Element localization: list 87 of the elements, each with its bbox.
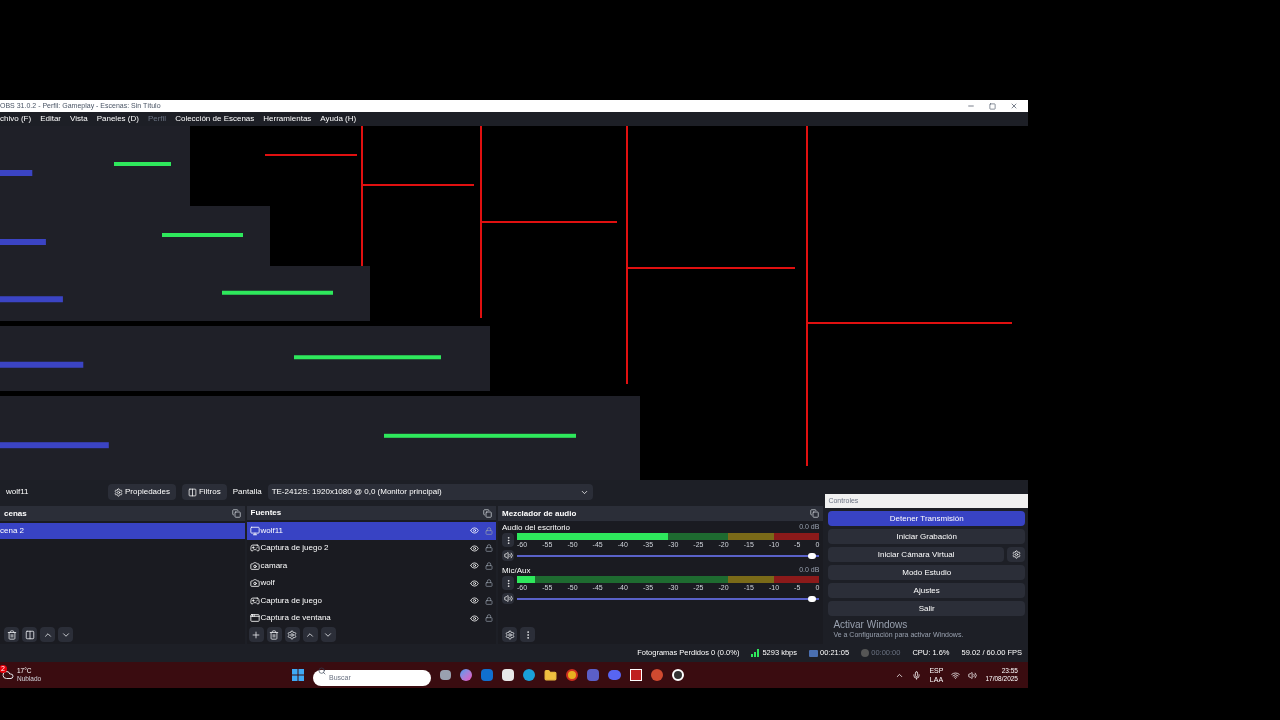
delete-icon[interactable] [4, 627, 19, 642]
menu-item[interactable]: Herramientas [263, 113, 312, 125]
settings-icon[interactable] [502, 627, 518, 642]
lock-icon[interactable] [485, 544, 494, 553]
panel-title: Fuentes [250, 507, 282, 519]
signal-bars-icon [751, 649, 761, 657]
gamepad-icon [249, 595, 260, 606]
control-button[interactable]: Iniciar Cámara Virtual [828, 547, 1004, 562]
close-icon[interactable] [1010, 102, 1018, 110]
menu-item[interactable]: Paneles (D) [96, 113, 139, 125]
more-icon[interactable] [502, 576, 515, 590]
gear-icon [1011, 550, 1021, 559]
undock-icon[interactable] [810, 509, 820, 518]
undock-icon[interactable] [231, 509, 241, 518]
filters-button[interactable]: Filtros [181, 484, 227, 500]
volume-slider[interactable] [517, 552, 820, 559]
properties-button[interactable]: Propiedades [108, 484, 176, 500]
monitor-icon [249, 525, 260, 536]
source-item[interactable]: Captura de ventana [246, 609, 497, 627]
visibility-icon[interactable] [470, 596, 480, 606]
control-button[interactable]: Ajustes [828, 583, 1025, 598]
move-down-icon[interactable] [320, 627, 336, 642]
source-item[interactable]: Captura de juego 2 [246, 539, 497, 557]
menu-item[interactable]: Ayuda (H) [320, 113, 357, 125]
scene-item[interactable]: cena 2 [0, 523, 245, 539]
app-icon[interactable] [630, 669, 642, 681]
channel-name: Mic/Aux [502, 564, 531, 577]
folder-icon[interactable] [544, 668, 557, 682]
source-item[interactable]: wolf [246, 574, 497, 592]
source-item[interactable]: camara [246, 557, 497, 575]
menu-item[interactable]: chivo (F) [0, 113, 32, 125]
volume-slider[interactable] [517, 595, 820, 602]
gamepad-icon [249, 543, 260, 554]
channel-name: Audio del escritorio [502, 521, 571, 534]
maximize-icon[interactable] [989, 102, 996, 110]
slider-thumb[interactable] [808, 595, 817, 602]
selected-source-label: wolf11 [6, 486, 30, 498]
source-item[interactable]: Captura de juego [246, 592, 497, 610]
panel-title: Mezclador de audio [502, 507, 577, 520]
move-up-icon[interactable] [40, 627, 55, 642]
volume-icon[interactable] [502, 550, 515, 561]
more-icon[interactable] [502, 533, 515, 547]
panel-title: cenas [4, 507, 27, 520]
window-icon [249, 613, 260, 624]
settings-button[interactable] [1007, 547, 1025, 562]
menu-item[interactable]: Editar [40, 113, 62, 125]
stream-icon [809, 649, 818, 657]
visibility-icon[interactable] [470, 526, 480, 536]
start-icon[interactable] [292, 669, 304, 681]
control-button[interactable]: Salir [828, 601, 1025, 616]
undock-icon[interactable] [483, 508, 493, 518]
visibility-icon[interactable] [470, 561, 480, 571]
lock-icon[interactable] [485, 614, 494, 623]
volume-icon[interactable] [968, 670, 978, 680]
menu-item[interactable]: Vista [70, 113, 88, 125]
display-dropdown[interactable]: TE-2412S: 1920x1080 @ 0,0 (Monitor principal) [267, 484, 593, 500]
move-up-icon[interactable] [302, 627, 318, 642]
visibility-icon[interactable] [470, 543, 480, 553]
more-icon[interactable] [520, 627, 536, 642]
search-icon [318, 667, 326, 675]
network-icon[interactable] [951, 670, 961, 680]
lock-icon[interactable] [485, 579, 494, 588]
control-button[interactable]: Detener Transmisión [828, 511, 1025, 526]
microphone-icon[interactable] [912, 670, 922, 680]
visibility-icon[interactable] [470, 578, 480, 588]
slider-thumb[interactable] [808, 552, 817, 559]
settings-icon[interactable] [284, 627, 300, 642]
visibility-icon[interactable] [470, 613, 480, 623]
menu-item[interactable]: Colección de Escenas [175, 113, 255, 125]
camera-icon [249, 560, 260, 571]
record-icon [861, 649, 870, 657]
delete-icon[interactable] [266, 627, 282, 642]
camera-icon [249, 578, 260, 589]
volume-icon[interactable] [502, 593, 515, 604]
control-button[interactable]: Modo Estudio [828, 565, 1025, 580]
gear-icon [114, 487, 123, 497]
filter-icon [187, 487, 197, 497]
control-button[interactable]: Iniciar Grabación [828, 529, 1025, 544]
source-item[interactable]: wolf11 [246, 522, 497, 540]
activation-title: Activar Windows [833, 619, 909, 630]
lock-icon[interactable] [485, 561, 494, 570]
add-icon[interactable] [248, 627, 264, 642]
display-label: Pantalla [232, 486, 262, 498]
move-down-icon[interactable] [58, 627, 73, 642]
lock-icon[interactable] [485, 596, 494, 605]
cloud-icon [2, 669, 14, 681]
filter-icon[interactable] [22, 627, 37, 642]
